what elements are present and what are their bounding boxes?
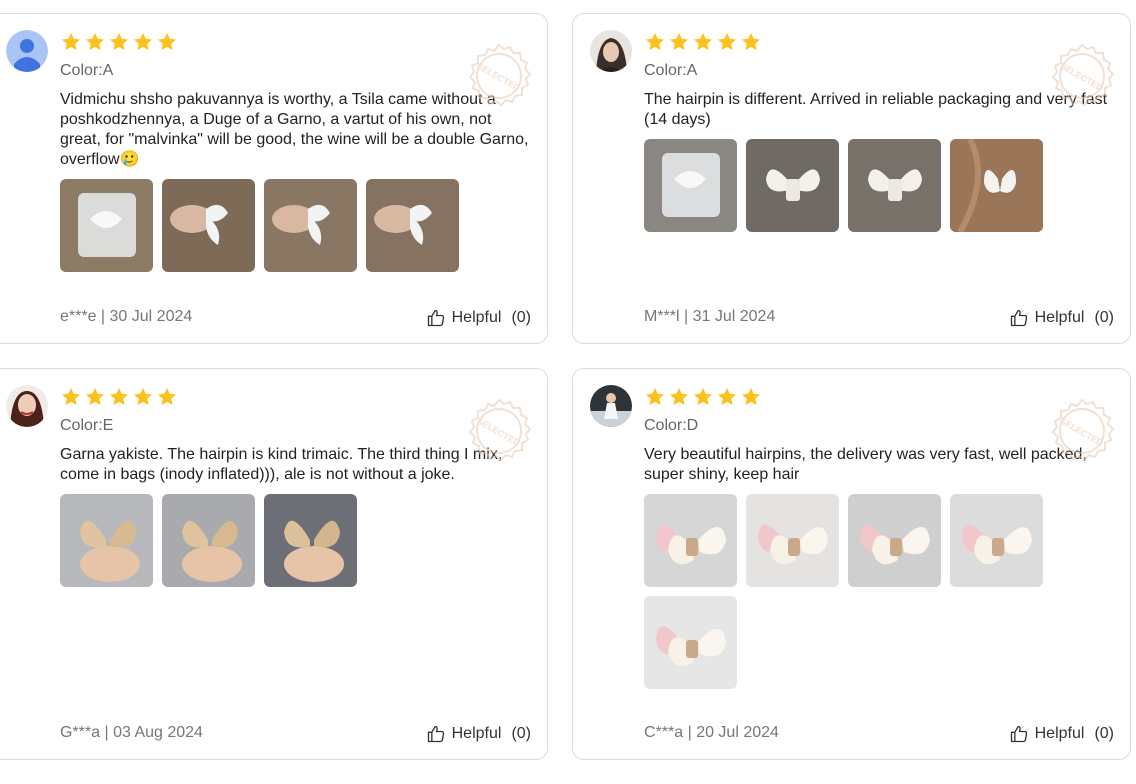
helpful-count: (0) [1094, 309, 1114, 326]
user-avatar [590, 385, 632, 427]
star-icon [132, 386, 154, 408]
review-date: 03 Aug 2024 [113, 724, 203, 741]
review-text: Garna yakiste. The hairpin is kind trima… [60, 446, 503, 483]
review-photo-thumbnail[interactable] [60, 494, 153, 587]
stamp-text: SELECTED [1058, 416, 1105, 449]
review-card: Color:D Very beautiful hairpins, the del… [572, 368, 1131, 760]
review-photo-thumbnail[interactable] [848, 494, 941, 587]
stamp-text: SELECTED [475, 416, 522, 449]
star-icon [84, 31, 106, 53]
review-date: 31 Jul 2024 [692, 308, 776, 325]
star-icon [60, 386, 82, 408]
color-variant: Color:D [644, 417, 699, 434]
review-photo-thumbnail[interactable] [746, 139, 839, 232]
star-rating [644, 386, 762, 408]
star-icon [692, 386, 714, 408]
color-variant: Color:A [60, 62, 114, 79]
helpful-count: (0) [511, 725, 531, 742]
review-photo-thumbnail[interactable] [264, 179, 357, 272]
star-icon [132, 31, 154, 53]
user-avatar [590, 30, 632, 72]
reviewer-name: M***l [644, 308, 680, 325]
review-photo-thumbnail[interactable] [644, 139, 737, 232]
review-card: Color:A Vidmichu shsho pakuvannya is wor… [0, 13, 548, 344]
review-photo-thumbnail[interactable] [264, 494, 357, 587]
review-date: 30 Jul 2024 [109, 308, 193, 325]
review-photo-thumbnail[interactable] [848, 139, 941, 232]
star-icon [692, 31, 714, 53]
thumbs-up-icon [1009, 724, 1029, 744]
helpful-count: (0) [511, 309, 531, 326]
star-rating [60, 386, 178, 408]
review-meta: G***a | 03 Aug 2024 [60, 724, 203, 741]
selected-stamp-icon: SELECTED [465, 397, 533, 465]
user-avatar [6, 385, 48, 427]
helpful-button[interactable]: Helpful (0) [426, 308, 531, 328]
star-icon [108, 386, 130, 408]
reviewer-name: e***e [60, 308, 97, 325]
star-icon [668, 386, 690, 408]
selected-stamp-icon: SELECTED [465, 42, 533, 110]
helpful-button[interactable]: Helpful (0) [1009, 308, 1114, 328]
star-icon [740, 386, 762, 408]
stamp-text: SELECTED [1058, 61, 1105, 94]
review-meta: M***l | 31 Jul 2024 [644, 308, 776, 325]
star-icon [644, 386, 666, 408]
review-meta: C***a | 20 Jul 2024 [644, 724, 779, 741]
review-photos [60, 179, 480, 272]
star-icon [644, 31, 666, 53]
helpful-count: (0) [1094, 725, 1114, 742]
helpful-button[interactable]: Helpful (0) [426, 724, 531, 744]
thumbs-up-icon [426, 724, 446, 744]
review-date: 20 Jul 2024 [696, 724, 779, 741]
review-photo-thumbnail[interactable] [162, 494, 255, 587]
review-photo-thumbnail[interactable] [950, 139, 1043, 232]
color-variant: Color:E [60, 417, 114, 434]
star-icon [716, 386, 738, 408]
thumbs-up-icon [1009, 308, 1029, 328]
review-text: Very beautiful hairpins, the delivery wa… [644, 446, 1087, 483]
star-rating [644, 31, 762, 53]
review-card: Color:E Garna yakiste. The hairpin is ki… [0, 368, 548, 760]
star-icon [716, 31, 738, 53]
selected-stamp-icon: SELECTED [1048, 397, 1116, 465]
review-photo-thumbnail[interactable] [162, 179, 255, 272]
helpful-button[interactable]: Helpful (0) [1009, 724, 1114, 744]
review-photo-thumbnail[interactable] [950, 494, 1043, 587]
review-photo-thumbnail[interactable] [60, 179, 153, 272]
stamp-text: SELECTED [475, 61, 522, 94]
star-icon [740, 31, 762, 53]
review-photo-thumbnail[interactable] [644, 596, 737, 689]
helpful-label: Helpful [1034, 309, 1085, 326]
star-icon [108, 31, 130, 53]
helpful-label: Helpful [451, 725, 502, 742]
review-photos [644, 139, 1064, 232]
review-text: The hairpin is different. Arrived in rel… [644, 91, 1108, 128]
star-icon [84, 386, 106, 408]
review-card: Color:A The hairpin is different. Arrive… [572, 13, 1131, 344]
review-photo-thumbnail[interactable] [644, 494, 737, 587]
star-icon [156, 386, 178, 408]
default-user-avatar-icon [6, 30, 48, 72]
review-photo-thumbnail[interactable] [366, 179, 459, 272]
star-icon [668, 31, 690, 53]
review-photos [60, 494, 480, 587]
review-photos [644, 494, 1064, 689]
color-variant: Color:A [644, 62, 698, 79]
helpful-label: Helpful [1034, 725, 1085, 742]
star-icon [60, 31, 82, 53]
selected-stamp-icon: SELECTED [1048, 42, 1116, 110]
star-icon [156, 31, 178, 53]
reviewer-name: C***a [644, 724, 684, 741]
thumbs-up-icon [426, 308, 446, 328]
star-rating [60, 31, 178, 53]
helpful-label: Helpful [451, 309, 502, 326]
review-text: Vidmichu shsho pakuvannya is worthy, a T… [60, 91, 529, 168]
review-photo-thumbnail[interactable] [746, 494, 839, 587]
review-meta: e***e | 30 Jul 2024 [60, 308, 193, 325]
reviewer-name: G***a [60, 724, 101, 741]
